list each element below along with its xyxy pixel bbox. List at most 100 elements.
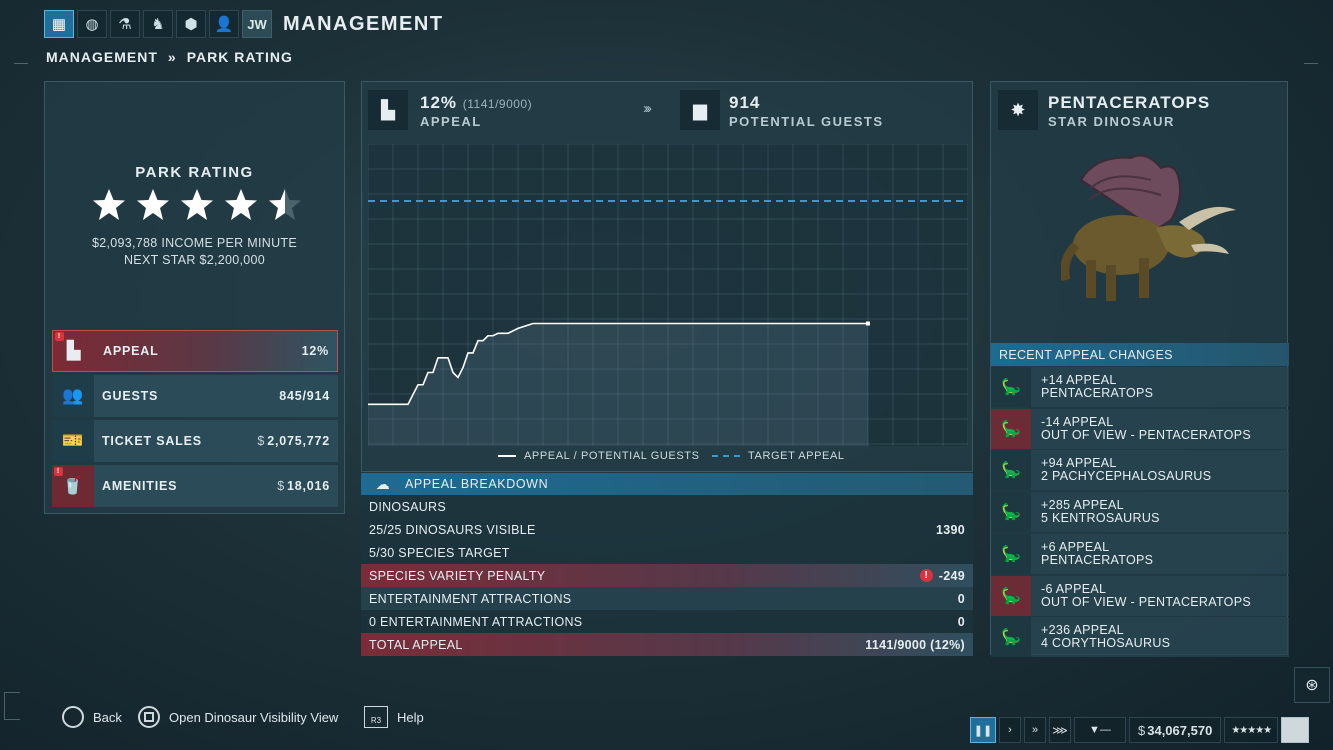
recent-change-text: +285 APPEAL 5 KENTROSAURUS xyxy=(1041,499,1160,525)
pause-icon[interactable]: ❚❚ xyxy=(970,717,996,743)
funnel-icon[interactable]: ▼— xyxy=(1074,717,1126,743)
recent-change-text: -6 APPEAL OUT OF VIEW - PENTACERATOPS xyxy=(1041,581,1251,609)
legend-target-label: TARGET APPEAL xyxy=(748,450,845,462)
tower-icon: ▙! xyxy=(53,330,95,372)
breakdown-row: 0 ENTERTAINMENT ATTRACTIONS 0 xyxy=(361,610,973,633)
stat-label: TICKET SALES xyxy=(102,434,202,448)
star-burst-icon: ✸ xyxy=(998,90,1038,130)
play-icon[interactable]: › xyxy=(999,717,1021,743)
stat-currency: $ xyxy=(257,434,266,448)
help-hint[interactable]: R3 Help xyxy=(364,706,424,728)
management-icon[interactable]: ▦ xyxy=(44,10,74,38)
circle-button-icon xyxy=(62,706,84,728)
breakdown-row: TOTAL APPEAL 1141/9000 (12%) xyxy=(361,633,973,656)
breakdown-label: TOTAL APPEAL xyxy=(369,637,463,652)
star-dinosaur-label: STAR DINOSAUR xyxy=(1048,114,1175,129)
breakdown-label: 0 ENTERTAINMENT ATTRACTIONS xyxy=(369,614,583,629)
dinosaur-icon[interactable]: ♞ xyxy=(143,10,173,38)
breakdown-row: ENTERTAINMENT ATTRACTIONS 0 xyxy=(361,587,973,610)
person-icon[interactable]: 👤 xyxy=(209,10,239,38)
breakdown-label: DINOSAURS xyxy=(369,499,447,514)
stat-value: 12% xyxy=(300,344,329,358)
stat-row-guests[interactable]: 👥 GUESTS 845/914 xyxy=(52,375,338,417)
stat-row-appeal[interactable]: ▙! APPEAL 12% xyxy=(52,330,338,372)
stat-value-text: 18,016 xyxy=(286,479,330,493)
recent-change-item[interactable]: 🦕 +6 APPEAL PENTACERATOPS xyxy=(991,533,1289,574)
star-icon xyxy=(181,189,213,220)
dinosaur-thumbnail-icon: 🦕 xyxy=(991,450,1031,491)
star-dinosaur-name: PENTACERATOPS xyxy=(1048,93,1211,112)
dinosaur-heads-icon: ☁ xyxy=(375,475,391,492)
bar-chart-icon: ▆ xyxy=(680,90,720,130)
breakdown-row: 25/25 DINOSAURS VISIBLE 1390 xyxy=(361,518,973,541)
recent-change-amount: -6 APPEAL xyxy=(1041,581,1107,596)
recent-appeal-changes-header: RECENT APPEAL CHANGES xyxy=(991,343,1289,366)
frame-corner xyxy=(14,63,28,73)
dinosaur-thumbnail-icon: 🦕 xyxy=(991,367,1031,407)
back-hint[interactable]: Back xyxy=(62,706,122,728)
appeal-breakdown-header: ☁ APPEAL BREAKDOWN xyxy=(361,473,973,495)
dinosaur-thumbnail-icon: 🦕 xyxy=(991,575,1031,616)
pentaceratops-image xyxy=(1061,154,1236,301)
recent-change-text: +6 APPEAL PENTACERATOPS xyxy=(1041,540,1153,567)
hexagons-icon[interactable]: ⬢ xyxy=(176,10,206,38)
appeal-percent: 12% (1141/9000) xyxy=(420,93,532,113)
breakdown-row: 5/30 SPECIES TARGET xyxy=(361,541,973,564)
potential-guests-label: POTENTIAL GUESTS xyxy=(729,114,884,129)
star-icon xyxy=(93,189,125,220)
stat-value-text: 845/914 xyxy=(279,389,330,403)
recent-change-item[interactable]: 🦕 +14 APPEAL PENTACERATOPS xyxy=(991,367,1289,407)
recent-change-amount: -14 APPEAL xyxy=(1041,414,1114,429)
stat-currency: $ xyxy=(277,479,285,493)
tower-icon: ▙ xyxy=(368,90,408,130)
recent-change-item[interactable]: 🦕 -6 APPEAL OUT OF VIEW - PENTACERATOPS xyxy=(991,575,1289,616)
star-icon xyxy=(137,189,169,220)
breakdown-row: SPECIES VARIETY PENALTY ! -249 xyxy=(361,564,973,587)
jw-logo[interactable]: JW xyxy=(242,10,272,38)
recent-change-item[interactable]: 🦕 +94 APPEAL 2 PACHYCEPHALOSAURUS xyxy=(991,450,1289,491)
appeal-breakdown: ☁ APPEAL BREAKDOWN DINOSAURS 25/25 DINOS… xyxy=(361,473,973,656)
fast-forward-icon[interactable]: » xyxy=(1024,717,1046,743)
dinosaur-thumbnail-icon: 🦕 xyxy=(991,408,1031,449)
park-rating-title: PARK RATING xyxy=(135,164,254,181)
recent-change-item[interactable]: 🦕 +285 APPEAL 5 KENTROSAURUS xyxy=(991,492,1289,533)
appeal-percent-value: 12% xyxy=(420,93,458,112)
recent-change-text: -14 APPEAL OUT OF VIEW - PENTACERATOPS xyxy=(1041,414,1251,442)
stat-value-text: 2,075,772 xyxy=(267,434,330,448)
breakdown-value: -249 xyxy=(938,568,965,583)
park-rating-panel: PARK RATING $2,093,788 INCOME PER MINUTE… xyxy=(44,81,345,514)
recent-change-item[interactable]: 🦕 +236 APPEAL 4 CORYTHOSAURUS xyxy=(991,617,1289,658)
warning-icon: ! xyxy=(919,569,933,582)
open-visibility-hint[interactable]: Open Dinosaur Visibility View xyxy=(138,706,338,728)
breadcrumb-current: PARK RATING xyxy=(186,49,293,65)
appeal-breakdown-title: APPEAL BREAKDOWN xyxy=(405,477,549,491)
recent-change-source: OUT OF VIEW - PENTACERATOPS xyxy=(1041,427,1251,442)
stat-label: AMENITIES xyxy=(102,479,178,493)
money-display: $ 34,067,570 xyxy=(1129,717,1222,743)
recent-change-item[interactable]: 🦕 -14 APPEAL OUT OF VIEW - PENTACERATOPS xyxy=(991,408,1289,449)
menu-tab-icon[interactable] xyxy=(1281,717,1310,743)
fastest-forward-icon[interactable]: ⋙ xyxy=(1049,717,1071,743)
warning-icon: ! xyxy=(54,467,63,476)
stat-value: $2,075,772 xyxy=(257,434,330,448)
appeal-chart-panel: ▙ 12% (1141/9000) APPEAL ››› ▆ 914 POTEN… xyxy=(361,81,973,472)
globe-icon[interactable]: ◍ xyxy=(77,10,107,38)
dinosaur-thumbnail-icon: 🦕 xyxy=(991,492,1031,533)
breadcrumb-separator: » xyxy=(167,49,177,65)
science-icon[interactable]: ⚗ xyxy=(110,10,140,38)
legend-appeal-label: APPEAL / POTENTIAL GUESTS xyxy=(524,450,700,462)
appeal-detail: (1141/9000) xyxy=(462,97,533,111)
stat-value: 845/914 xyxy=(277,389,330,403)
open-visibility-label: Open Dinosaur Visibility View xyxy=(169,709,339,725)
page-title: MANAGEMENT xyxy=(283,13,444,35)
breakdown-value: 1390 xyxy=(935,522,965,537)
jw-corner-icon[interactable]: ⊛ xyxy=(1294,667,1330,703)
breakdown-label: ENTERTAINMENT ATTRACTIONS xyxy=(369,591,572,606)
frame-corner xyxy=(4,692,20,720)
top-nav: ▦ ◍ ⚗ ♞ ⬢ 👤 JW xyxy=(44,10,272,38)
back-label: Back xyxy=(93,709,122,725)
stat-row-amenities[interactable]: 🥤! AMENITIES $18,016 xyxy=(52,465,338,507)
stat-value-text: 12% xyxy=(301,344,329,358)
breadcrumb-parent[interactable]: MANAGEMENT xyxy=(46,49,158,65)
stat-row-ticket-sales[interactable]: 🎫 TICKET SALES $2,075,772 xyxy=(52,420,338,462)
